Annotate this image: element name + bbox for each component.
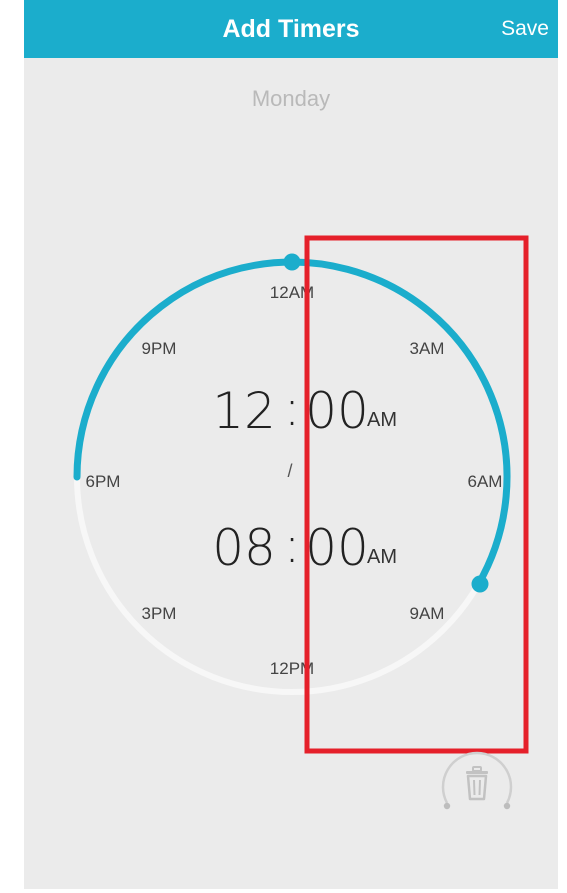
- end-handle[interactable]: [471, 575, 489, 593]
- highlight-box: [304, 235, 529, 754]
- hour-label-3am: 3AM: [410, 339, 445, 358]
- start-minute[interactable]: 00: [305, 382, 369, 440]
- end-minute[interactable]: 00: [305, 519, 369, 577]
- start-colon: :: [284, 379, 301, 437]
- hour-label-3pm: 3PM: [142, 604, 177, 623]
- trash-icon: [441, 751, 513, 810]
- screen: Add Timers Save Monday 12AM 3AM 6AM 9AM …: [0, 0, 567, 893]
- hour-label-9pm: 9PM: [142, 339, 177, 358]
- hour-label-6am: 6AM: [468, 472, 503, 491]
- end-hour[interactable]: 08: [212, 519, 276, 577]
- hour-label-6pm: 6PM: [86, 472, 121, 491]
- delete-button[interactable]: [437, 747, 517, 827]
- start-ampm[interactable]: AM: [367, 409, 397, 431]
- start-hour[interactable]: 12: [212, 382, 276, 440]
- time-separator: /: [287, 461, 292, 481]
- start-handle[interactable]: [283, 253, 301, 271]
- end-ampm[interactable]: AM: [367, 546, 397, 568]
- end-colon: :: [284, 516, 301, 574]
- hour-label-9am: 9AM: [410, 604, 445, 623]
